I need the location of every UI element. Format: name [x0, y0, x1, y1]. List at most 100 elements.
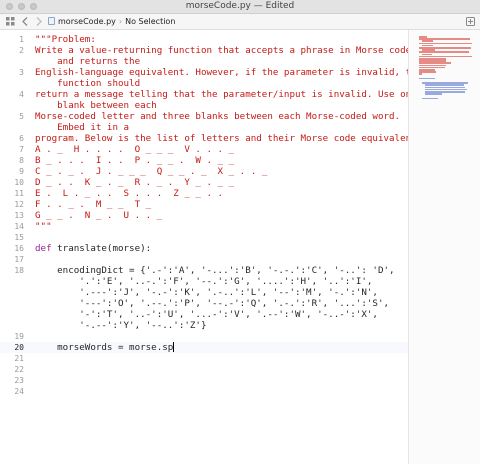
line-number: 5 — [19, 112, 24, 121]
text-cursor — [173, 342, 175, 352]
code-text[interactable]: English-language equivalent. However, if… — [35, 67, 422, 78]
line-number: 1 — [19, 35, 24, 44]
line-number: 15 — [14, 233, 24, 242]
line-number: 8 — [19, 156, 24, 165]
file-icon — [48, 17, 55, 25]
code-text[interactable]: Write a value-returning function that ac… — [35, 45, 411, 56]
code-line[interactable]: 18 encodingDict = {'.-':'A', '-...':'B',… — [0, 265, 408, 276]
line-number: 10 — [14, 178, 24, 187]
code-line[interactable]: '---':'O', '.--.':'P', '--.-':'Q', '.-.'… — [0, 298, 408, 309]
line-number: 7 — [19, 145, 24, 154]
code-line[interactable]: 10 D _ . . K _ . _ R . _ . Y _ . _ _ — [0, 177, 408, 188]
code-text[interactable]: blank between each — [35, 100, 157, 111]
code-line[interactable]: 1 """Problem: — [0, 34, 408, 45]
code-line[interactable]: 13 G _ _ . N _ . U . . _ — [0, 210, 408, 221]
code-text[interactable]: '.':'E', '..-.':'F', '--.':'G', '....':'… — [35, 276, 372, 287]
code-line[interactable]: Embed it in a — [0, 122, 408, 133]
code-line[interactable]: '-':'T', '..-':'U', '...-':'V', '.--':'W… — [0, 309, 408, 320]
code-line[interactable]: 16 def translate(morse): — [0, 243, 408, 254]
line-number: 19 — [14, 332, 24, 341]
code-text[interactable]: E . L . _ . . S . . . Z _ _ . . — [35, 188, 223, 199]
code-line[interactable]: '.---':'J', '-.-':'K', '.-..':'L', '--':… — [0, 287, 408, 298]
code-line[interactable]: 9 C _ . _ . J . _ _ _ Q _ _ . _ X _ . . _ — [0, 166, 408, 177]
back-icon[interactable] — [22, 14, 28, 29]
breadcrumb-selection[interactable]: No Selection — [125, 17, 175, 26]
code-text[interactable]: D _ . . K _ . _ R . _ . Y _ . _ _ — [35, 177, 234, 188]
code-text[interactable]: function should — [35, 78, 140, 89]
line-number: 12 — [14, 200, 24, 209]
code-line[interactable]: 22 — [0, 364, 408, 375]
code-text[interactable]: morseWords = morse.sp — [35, 342, 175, 353]
code-line[interactable]: '.':'E', '..-.':'F', '--.':'G', '....':'… — [0, 276, 408, 287]
line-number: 22 — [14, 365, 24, 374]
line-number: 3 — [19, 68, 24, 77]
code-line[interactable]: 5 Morse-coded letter and three blanks bet… — [0, 111, 408, 122]
code-text[interactable]: """Problem: — [35, 34, 96, 45]
code-line[interactable]: 24 — [0, 386, 408, 397]
title-bar: morseCode.py — Edited — [0, 0, 480, 14]
code-line[interactable]: 20 morseWords = morse.sp — [0, 342, 408, 353]
jump-bar: morseCode.py › No Selection — [0, 14, 480, 30]
breadcrumb[interactable]: morseCode.py › No Selection — [48, 14, 175, 29]
code-line[interactable]: 21 — [0, 353, 408, 364]
code-line[interactable]: 7 A . _ H . . . . O _ _ _ V . . . _ — [0, 144, 408, 155]
code-text[interactable]: F . . _ . M _ _ T _ — [35, 199, 151, 210]
code-line[interactable]: blank between each — [0, 100, 408, 111]
code-line[interactable]: function should — [0, 78, 408, 89]
line-number: 11 — [14, 189, 24, 198]
code-text[interactable]: '.---':'J', '-.-':'K', '.-..':'L', '--':… — [35, 287, 378, 298]
code-line[interactable]: 14 """ — [0, 221, 408, 232]
line-number: 2 — [19, 46, 24, 55]
minimap-line — [421, 97, 438, 100]
line-number: 6 — [19, 134, 24, 143]
code-text[interactable]: Embed it in a — [35, 122, 129, 133]
line-number: 14 — [14, 222, 24, 231]
code-line[interactable]: 15 — [0, 232, 408, 243]
line-number: 20 — [14, 343, 24, 352]
code-line[interactable]: 8 B _ . . . I . . P . _ _ . W . _ _ — [0, 155, 408, 166]
code-line[interactable]: 2 Write a value-returning function that a… — [0, 45, 411, 56]
code-text[interactable]: Morse-coded letter and three blanks betw… — [35, 111, 400, 122]
code-text[interactable]: and returns the — [35, 56, 140, 67]
code-line[interactable]: 11 E . L . _ . . S . . . Z _ _ . . — [0, 188, 408, 199]
code-text[interactable]: '-.--':'Y', '--..':'Z'} — [35, 320, 206, 331]
code-line[interactable]: 3 English-language equivalent. However, i… — [0, 67, 422, 78]
code-text[interactable]: A . _ H . . . . O _ _ _ V . . . _ — [35, 144, 234, 155]
code-line[interactable]: 17 — [0, 254, 408, 265]
code-text[interactable]: encodingDict = {'.-':'A', '-...':'B', '-… — [35, 265, 394, 276]
minimap[interactable] — [408, 30, 480, 464]
forward-icon[interactable] — [36, 14, 42, 29]
line-number: 23 — [14, 376, 24, 385]
code-text[interactable]: """ — [35, 221, 52, 232]
line-number: 9 — [19, 167, 24, 176]
window-title: morseCode.py — Edited — [185, 1, 295, 11]
code-text[interactable]: def translate(morse): — [35, 243, 151, 254]
minimap-line — [424, 93, 442, 95]
line-number: 17 — [14, 255, 24, 264]
line-number: 24 — [14, 387, 24, 396]
code-line[interactable]: 6 program. Below is the list of letters a… — [0, 133, 422, 144]
grid-icon[interactable] — [6, 14, 15, 29]
line-number: 4 — [19, 90, 24, 99]
code-line[interactable]: 12 F . . _ . M _ _ T _ — [0, 199, 408, 210]
minimap-line — [419, 73, 422, 75]
code-text[interactable]: return a message telling that the parame… — [35, 89, 417, 100]
add-editor-icon[interactable] — [466, 14, 475, 29]
code-text[interactable]: '---':'O', '.--.':'P', '--.-':'Q', '.-.'… — [35, 298, 389, 309]
code-text[interactable]: program. Below is the list of letters an… — [35, 133, 422, 144]
code-line[interactable]: '-.--':'Y', '--..':'Z'} — [0, 320, 408, 331]
minimap-line — [419, 77, 435, 80]
line-number: 21 — [14, 354, 24, 363]
code-text[interactable]: C _ . _ . J . _ _ _ Q _ _ . _ X _ . . _ — [35, 166, 267, 177]
code-line[interactable]: 4 return a message telling that the param… — [0, 89, 417, 100]
line-number: 16 — [14, 244, 24, 253]
code-line[interactable]: and returns the — [0, 56, 408, 67]
breadcrumb-file[interactable]: morseCode.py — [58, 17, 116, 26]
code-line[interactable]: 19 — [0, 331, 408, 342]
code-editor[interactable]: 1 """Problem: 2 Write a value-returning fun… — [0, 30, 422, 464]
code-line[interactable]: 23 — [0, 375, 408, 386]
code-text[interactable]: B _ . . . I . . P . _ _ . W . _ _ — [35, 155, 234, 166]
code-text[interactable]: '-':'T', '..-':'U', '...-':'V', '.--':'W… — [35, 309, 378, 320]
line-number: 13 — [14, 211, 24, 220]
code-text[interactable]: G _ _ . N _ . U . . _ — [35, 210, 162, 221]
